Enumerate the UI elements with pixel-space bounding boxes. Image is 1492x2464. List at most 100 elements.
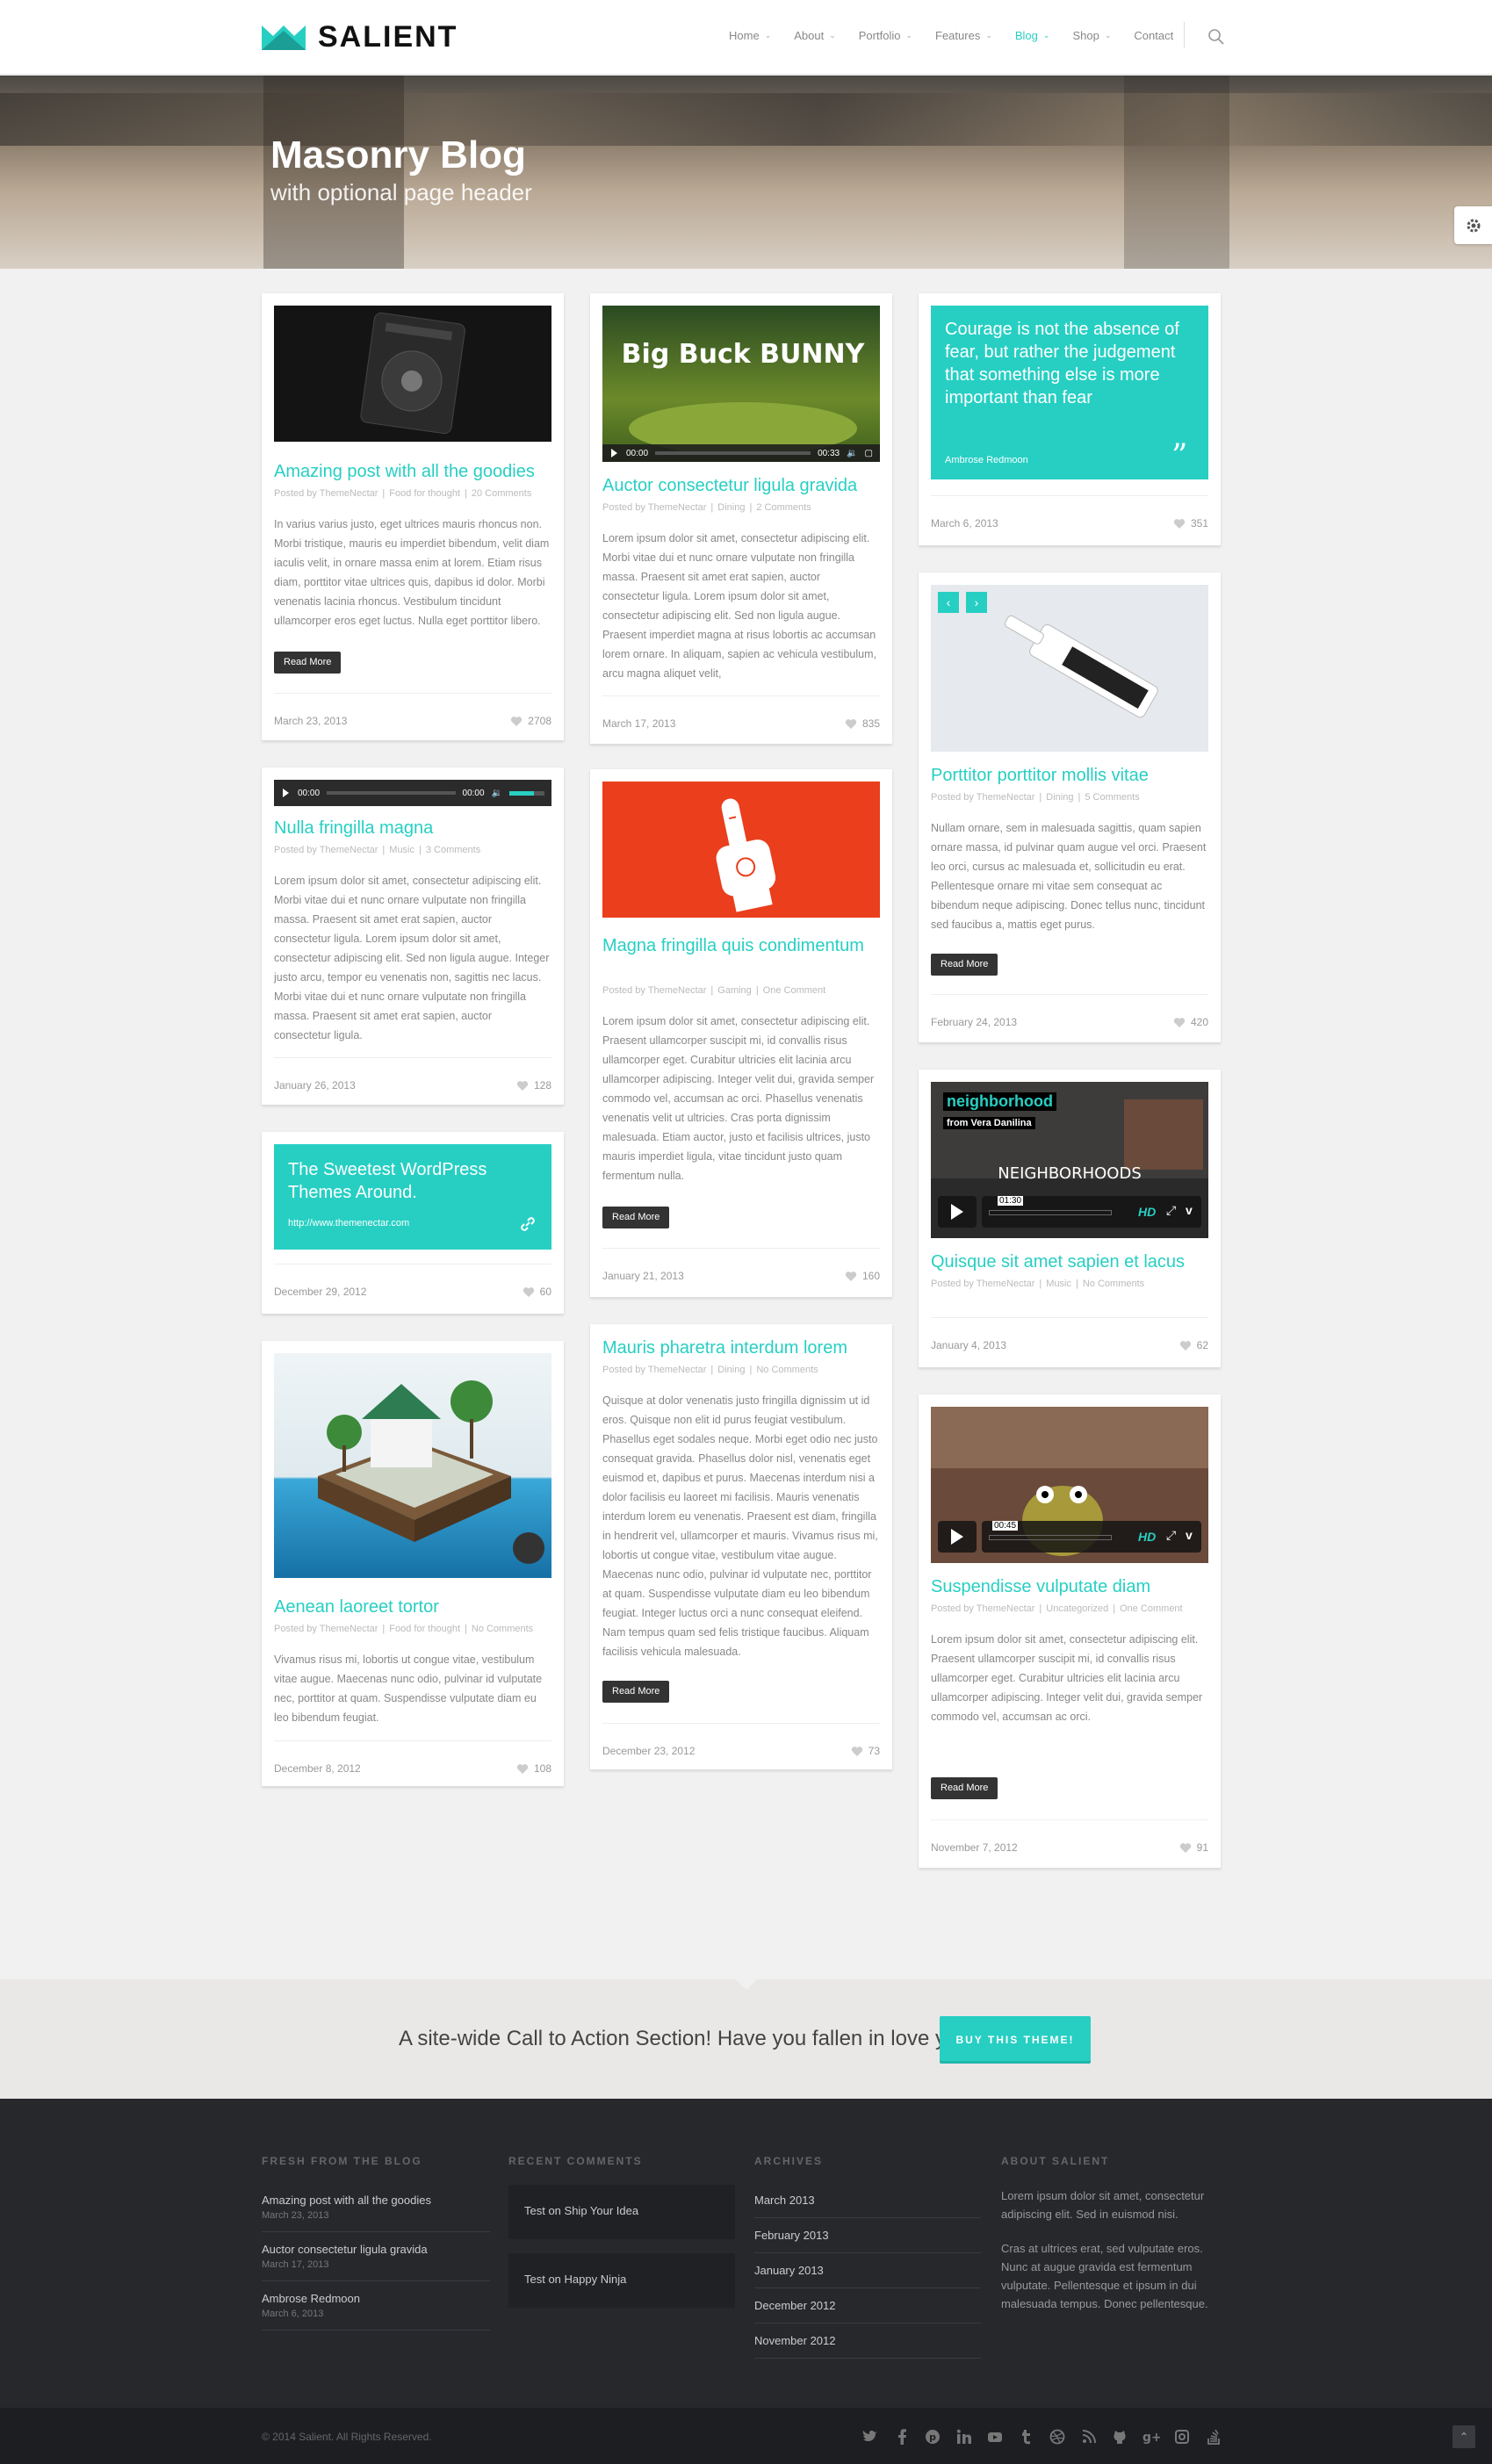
post-comments-link[interactable]: 5 Comments xyxy=(1085,792,1139,803)
post-comments-link[interactable]: No Comments xyxy=(472,1624,533,1634)
read-more-button[interactable]: Read More xyxy=(931,954,998,976)
post-image[interactable] xyxy=(274,1353,551,1578)
like-button[interactable]: 73 xyxy=(851,1745,880,1757)
video-progress[interactable] xyxy=(655,451,811,455)
read-more-button[interactable]: Read More xyxy=(602,1207,670,1228)
read-more-button[interactable]: Read More xyxy=(931,1777,998,1799)
post-category-link[interactable]: Gaming xyxy=(717,985,752,996)
hd-badge[interactable]: HD xyxy=(1138,1205,1156,1219)
gallery-prev-button[interactable]: ‹ xyxy=(938,592,959,613)
play-icon[interactable] xyxy=(611,449,617,457)
nav-shop[interactable]: Shop ⌄ xyxy=(1072,29,1111,42)
volume-icon[interactable]: 🔉 xyxy=(492,789,502,798)
link-box[interactable]: The Sweetest WordPress Themes Around. ht… xyxy=(274,1144,551,1250)
post-comments-link[interactable]: 2 Comments xyxy=(756,502,811,513)
volume-icon[interactable]: 🔉 xyxy=(847,449,857,458)
archive-link[interactable]: November 2012 xyxy=(754,2324,981,2359)
gallery-next-button[interactable]: › xyxy=(966,592,987,613)
like-button[interactable]: 60 xyxy=(523,1286,551,1298)
hd-badge[interactable]: HD xyxy=(1138,1530,1156,1544)
post-category-link[interactable]: Food for thought xyxy=(389,488,460,499)
nav-blog[interactable]: Blog ⌄ xyxy=(1015,29,1050,42)
read-more-button[interactable]: Read More xyxy=(274,652,342,674)
like-button[interactable]: 91 xyxy=(1179,1841,1208,1854)
pinterest-icon[interactable]: p xyxy=(923,2427,942,2446)
read-more-button[interactable]: Read More xyxy=(602,1681,670,1703)
github-icon[interactable] xyxy=(1110,2427,1129,2446)
buy-theme-button[interactable]: BUY THIS THEME! xyxy=(940,2016,1091,2064)
volume-slider[interactable] xyxy=(509,790,544,796)
recent-comment[interactable]: Test on Ship Your Idea xyxy=(508,2185,735,2239)
tumblr-icon[interactable] xyxy=(1017,2427,1036,2446)
like-button[interactable]: 108 xyxy=(516,1762,551,1775)
like-button[interactable]: 128 xyxy=(516,1079,551,1092)
post-title[interactable]: Nulla fringilla magna xyxy=(274,817,551,839)
nav-portfolio[interactable]: Portfolio ⌄ xyxy=(859,29,912,42)
post-comments-link[interactable]: One Comment xyxy=(763,985,826,996)
like-button[interactable]: 2708 xyxy=(510,715,551,727)
post-category-link[interactable]: Uncategorized xyxy=(1046,1603,1108,1614)
post-title[interactable]: Quisque sit amet sapien et lacus xyxy=(931,1250,1208,1273)
post-image[interactable] xyxy=(274,306,551,442)
vimeo-play-button[interactable] xyxy=(938,1196,977,1228)
post-category-link[interactable]: Music xyxy=(1046,1279,1071,1289)
post-title[interactable]: Amazing post with all the goodies xyxy=(274,460,551,483)
recent-comment[interactable]: Test on Happy Ninja xyxy=(508,2253,735,2308)
fullscreen-icon[interactable]: ▢ xyxy=(865,449,873,458)
post-comments-link[interactable]: 20 Comments xyxy=(472,488,531,499)
post-title[interactable]: Auctor consectetur ligula gravida xyxy=(602,474,880,497)
like-button[interactable]: 351 xyxy=(1173,517,1208,530)
nav-contact[interactable]: Contact xyxy=(1134,29,1173,42)
back-to-top-button[interactable]: ⌃ xyxy=(1452,2425,1475,2448)
video-author[interactable]: from Vera Danilina xyxy=(943,1117,1035,1129)
like-button[interactable]: 160 xyxy=(845,1270,880,1282)
archive-link[interactable]: December 2012 xyxy=(754,2288,981,2324)
footer-post[interactable]: Amazing post with all the goodies March 2… xyxy=(262,2194,490,2232)
video-progress[interactable] xyxy=(989,1535,1112,1540)
post-title[interactable]: Mauris pharetra interdum lorem xyxy=(602,1336,880,1359)
post-title[interactable]: Aenean laoreet tortor xyxy=(274,1596,551,1618)
post-category-link[interactable]: Dining xyxy=(1046,792,1073,803)
vimeo-play-button[interactable] xyxy=(938,1521,977,1553)
video-progress[interactable] xyxy=(989,1210,1112,1215)
archive-link[interactable]: March 2013 xyxy=(754,2194,981,2218)
nav-features[interactable]: Features ⌄ xyxy=(935,29,992,42)
footer-post[interactable]: Ambrose Redmoon March 6, 2013 xyxy=(262,2281,490,2331)
post-image[interactable] xyxy=(602,782,880,918)
video-player[interactable]: Big Buck BUNNY 00:00 00:33 🔉 ▢ xyxy=(602,306,880,462)
post-category-link[interactable]: Food for thought xyxy=(389,1624,460,1634)
audio-progress[interactable] xyxy=(327,791,456,795)
like-button[interactable]: 420 xyxy=(1173,1016,1208,1028)
logo[interactable]: SALIENT xyxy=(262,22,458,52)
post-comments-link[interactable]: 3 Comments xyxy=(426,845,480,855)
nav-home[interactable]: Home ⌄ xyxy=(729,29,771,42)
instagram-icon[interactable] xyxy=(1172,2427,1192,2446)
fullscreen-icon[interactable]: ⤢ xyxy=(1166,1528,1176,1543)
post-comments-link[interactable]: No Comments xyxy=(1083,1279,1144,1289)
gallery-slider[interactable]: ‹ › xyxy=(931,585,1208,752)
archive-link[interactable]: February 2013 xyxy=(754,2218,981,2253)
linkedin-icon[interactable] xyxy=(955,2427,974,2446)
footer-post-title[interactable]: Amazing post with all the goodies xyxy=(262,2194,490,2207)
vimeo-logo-icon[interactable]: v xyxy=(1186,1203,1193,1217)
search-icon[interactable] xyxy=(1207,27,1226,47)
play-icon[interactable] xyxy=(283,789,289,797)
facebook-icon[interactable] xyxy=(892,2427,912,2446)
like-button[interactable]: 835 xyxy=(845,717,880,730)
archive-link[interactable]: January 2013 xyxy=(754,2253,981,2288)
audio-player[interactable]: 00:00 00:00 🔉 xyxy=(274,780,551,806)
nav-about[interactable]: About ⌄ xyxy=(794,29,836,42)
stackexchange-icon[interactable] xyxy=(1204,2427,1223,2446)
footer-post-title[interactable]: Ambrose Redmoon xyxy=(262,2292,490,2305)
post-category-link[interactable]: Dining xyxy=(717,502,745,513)
youtube-icon[interactable] xyxy=(985,2427,1005,2446)
fullscreen-icon[interactable]: ⤢ xyxy=(1166,1203,1176,1218)
video-player[interactable]: 00:45 HD ⤢ v xyxy=(931,1407,1208,1563)
google-plus-icon[interactable]: g+ xyxy=(1142,2427,1161,2446)
post-comments-link[interactable]: No Comments xyxy=(756,1365,818,1375)
post-category-link[interactable]: Music xyxy=(389,845,414,855)
link-url[interactable]: http://www.themenectar.com xyxy=(288,1218,409,1228)
post-comments-link[interactable]: One Comment xyxy=(1120,1603,1183,1614)
like-button[interactable]: 62 xyxy=(1179,1339,1208,1351)
video-player[interactable]: NEIGHBORHOODS neighborhood from Vera Dan… xyxy=(931,1082,1208,1238)
